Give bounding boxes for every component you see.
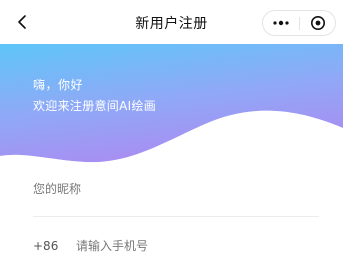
country-code[interactable]: +86 <box>33 239 58 253</box>
mini-program-capsule <box>262 10 336 36</box>
hero-banner: 嗨，你好 欢迎来注册意间AI绘画 <box>0 44 343 170</box>
target-close-icon <box>311 16 325 30</box>
register-page: 新用户注册 嗨，你好 欢迎来注册意间AI绘画 您的昵称 +86 请输入手机号 <box>0 0 343 268</box>
navbar: 新用户注册 <box>0 0 343 44</box>
nickname-field <box>33 177 319 213</box>
close-button[interactable] <box>300 11 336 35</box>
phone-field: +86 <box>33 236 319 268</box>
welcome-text: 欢迎来注册意间AI绘画 <box>33 99 157 113</box>
more-dots-icon <box>273 20 289 26</box>
more-button[interactable] <box>263 11 299 35</box>
field-divider <box>33 216 319 217</box>
greeting-text: 嗨，你好 <box>33 78 84 92</box>
nickname-input[interactable] <box>33 179 319 199</box>
phone-input[interactable] <box>76 236 316 256</box>
